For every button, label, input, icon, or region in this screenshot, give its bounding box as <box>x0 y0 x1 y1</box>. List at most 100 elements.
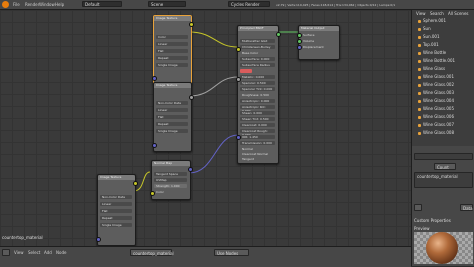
surface-input-socket[interactable] <box>297 33 302 38</box>
blender-logo-icon[interactable] <box>2 1 9 8</box>
menu-render[interactable]: Render <box>25 2 39 7</box>
object-icon <box>418 91 421 95</box>
outliner-item[interactable]: Top.001 <box>418 42 439 48</box>
preview-section[interactable]: Preview <box>414 226 430 231</box>
projection-select[interactable]: Flat <box>156 115 188 119</box>
extension-select[interactable]: Repeat <box>100 216 132 220</box>
anisotropic-slider[interactable]: Anisotropic: 0.000 <box>240 99 275 103</box>
menu-node[interactable]: Node <box>56 250 66 255</box>
color-input-label: Color <box>156 190 164 194</box>
vector-input-socket[interactable] <box>152 76 157 81</box>
layout-dropdown[interactable]: Default <box>82 1 122 7</box>
material-slot-list[interactable]: countertop_material <box>414 172 473 188</box>
properties-tabs[interactable] <box>414 153 473 160</box>
specular-tint-slider[interactable]: Specular Tint: 0.000 <box>240 87 275 91</box>
extension-select[interactable]: Repeat <box>156 122 188 126</box>
color-space-select[interactable]: Color <box>156 35 188 39</box>
uvmap-field[interactable]: UVMap <box>154 178 187 182</box>
interpolation-select[interactable]: Linear <box>156 108 188 112</box>
outliner-item[interactable]: Wine Bottle.001 <box>418 58 455 64</box>
extension-select[interactable]: Repeat <box>156 56 188 60</box>
source-select[interactable]: Single Image <box>156 63 188 67</box>
image-texture-node-1[interactable]: Image Texture Color Linear Flat Repeat S… <box>152 15 194 85</box>
specular-slider[interactable]: Specular: 0.500 <box>240 81 275 85</box>
material-browse-button[interactable] <box>414 204 422 211</box>
volume-input-socket[interactable] <box>297 39 302 44</box>
sheen-slider[interactable]: Sheen: 0.000 <box>240 111 275 115</box>
outliner-display-mode[interactable]: All Scenes <box>448 11 469 17</box>
projection-select[interactable]: Flat <box>100 209 132 213</box>
anisotropic-rotation-slider[interactable]: Anisotropic Rot: 0.000 <box>240 105 275 113</box>
outliner-item[interactable]: Wine Glass.008 <box>418 130 454 136</box>
source-select[interactable]: Single Image <box>156 129 188 133</box>
data-link-button[interactable]: Data <box>460 204 473 211</box>
normal-input-socket[interactable] <box>236 135 241 140</box>
outliner-search-menu[interactable]: Search <box>430 11 444 17</box>
interpolation-select[interactable]: Linear <box>156 42 188 46</box>
outliner-item[interactable]: Sun.001 <box>418 34 440 40</box>
projection-select[interactable]: Flat <box>156 49 188 53</box>
sheen-tint-slider[interactable]: Sheen Tint: 0.500 <box>240 117 275 121</box>
render-engine-dropdown[interactable]: Cycles Render <box>228 1 270 7</box>
color-space-select[interactable]: Non-Color Data <box>100 195 132 199</box>
color-output-socket[interactable] <box>189 22 194 27</box>
outliner-view-menu[interactable]: View <box>416 11 426 17</box>
outliner-item[interactable]: Wine Glass <box>418 66 445 72</box>
source-select[interactable]: Single Image <box>100 223 132 227</box>
object-name-field[interactable]: Count <box>434 163 456 170</box>
color-space-select[interactable]: Non-Color Data <box>156 101 188 105</box>
transmission-slider[interactable]: Transmission: 0.000 <box>240 141 275 145</box>
color-output-socket[interactable] <box>189 95 194 100</box>
menu-file[interactable]: File <box>13 2 20 7</box>
editor-type-icon[interactable] <box>2 249 10 256</box>
outliner-item[interactable]: Sphere.001 <box>418 18 446 24</box>
image-texture-node-3[interactable]: Image Texture Non-Color Data Linear Flat… <box>96 174 138 246</box>
outliner-item[interactable]: Wine Glass.003 <box>418 90 454 96</box>
outliner-item[interactable]: Wine Glass.004 <box>418 98 454 104</box>
scene-dropdown[interactable]: Scene <box>148 1 186 7</box>
ior-slider[interactable]: IOR: 1.450 <box>240 135 275 139</box>
principled-bsdf-node[interactable]: Principled BSDF Multiscatter GGX Christe… <box>236 25 281 164</box>
subsurface-color-swatch[interactable] <box>240 69 252 73</box>
bsdf-output-socket[interactable] <box>276 32 281 37</box>
image-texture-node-2[interactable]: Image Texture Non-Color Data Linear Flat… <box>152 82 194 152</box>
menu-help[interactable]: Help <box>55 2 64 7</box>
outliner-item[interactable]: Sun <box>418 26 431 32</box>
material-selector[interactable]: countertop_material <box>130 249 174 256</box>
menu-select[interactable]: Select <box>28 250 40 255</box>
outliner-item[interactable]: Wine Glass.007 <box>418 122 454 128</box>
clearcoat-roughness-slider[interactable]: Clearcoat Rough: 0.030 <box>240 129 275 137</box>
color-output-socket[interactable] <box>133 181 138 186</box>
strength-slider[interactable]: Strength: 1.000 <box>154 184 187 188</box>
clearcoat-slider[interactable]: Clearcoat: 0.000 <box>240 123 275 127</box>
vector-input-socket[interactable] <box>152 143 157 148</box>
color-input-socket[interactable] <box>150 191 155 196</box>
outliner-item[interactable]: Wine Glass.001 <box>418 74 454 80</box>
vector-input-socket[interactable] <box>96 237 101 242</box>
base-color-input-socket[interactable] <box>236 47 241 52</box>
outliner-item[interactable]: Wine Glass.006 <box>418 114 454 120</box>
subsurface-radius-field[interactable]: Subsurface Radius <box>240 63 275 67</box>
outliner-item[interactable]: Wine Bottle <box>418 50 446 56</box>
normal-map-node[interactable]: Normal Map Tangent Space UVMap Strength:… <box>150 160 193 200</box>
roughness-input-socket[interactable] <box>236 77 241 82</box>
menu-add[interactable]: Add <box>44 250 52 255</box>
menu-view[interactable]: View <box>14 250 24 255</box>
menu-window[interactable]: Window <box>39 2 55 7</box>
node-editor[interactable]: Image Texture Color Linear Flat Repeat S… <box>0 10 411 246</box>
outliner-item[interactable]: Wine Glass.005 <box>418 106 454 112</box>
subsurface-method-select[interactable]: Christensen-Burley <box>240 45 275 49</box>
object-icon <box>418 75 421 79</box>
subsurface-slider[interactable]: Subsurface: 0.000 <box>240 57 275 61</box>
custom-properties-section[interactable]: Custom Properties <box>414 218 451 223</box>
material-output-node[interactable]: Material Output Surface Volume Displacem… <box>297 25 340 60</box>
displacement-input-socket[interactable] <box>297 45 302 50</box>
normal-label: Normal <box>242 147 253 151</box>
normal-output-socket[interactable] <box>188 167 193 172</box>
metallic-slider[interactable]: Metallic: 0.000 <box>240 75 275 79</box>
outliner-item[interactable]: Wine Glass.002 <box>418 82 454 88</box>
distribution-select[interactable]: Multiscatter GGX <box>240 39 275 43</box>
use-nodes-toggle[interactable]: Use Nodes <box>214 249 249 256</box>
space-select[interactable]: Tangent Space <box>154 172 187 176</box>
interpolation-select[interactable]: Linear <box>100 202 132 206</box>
